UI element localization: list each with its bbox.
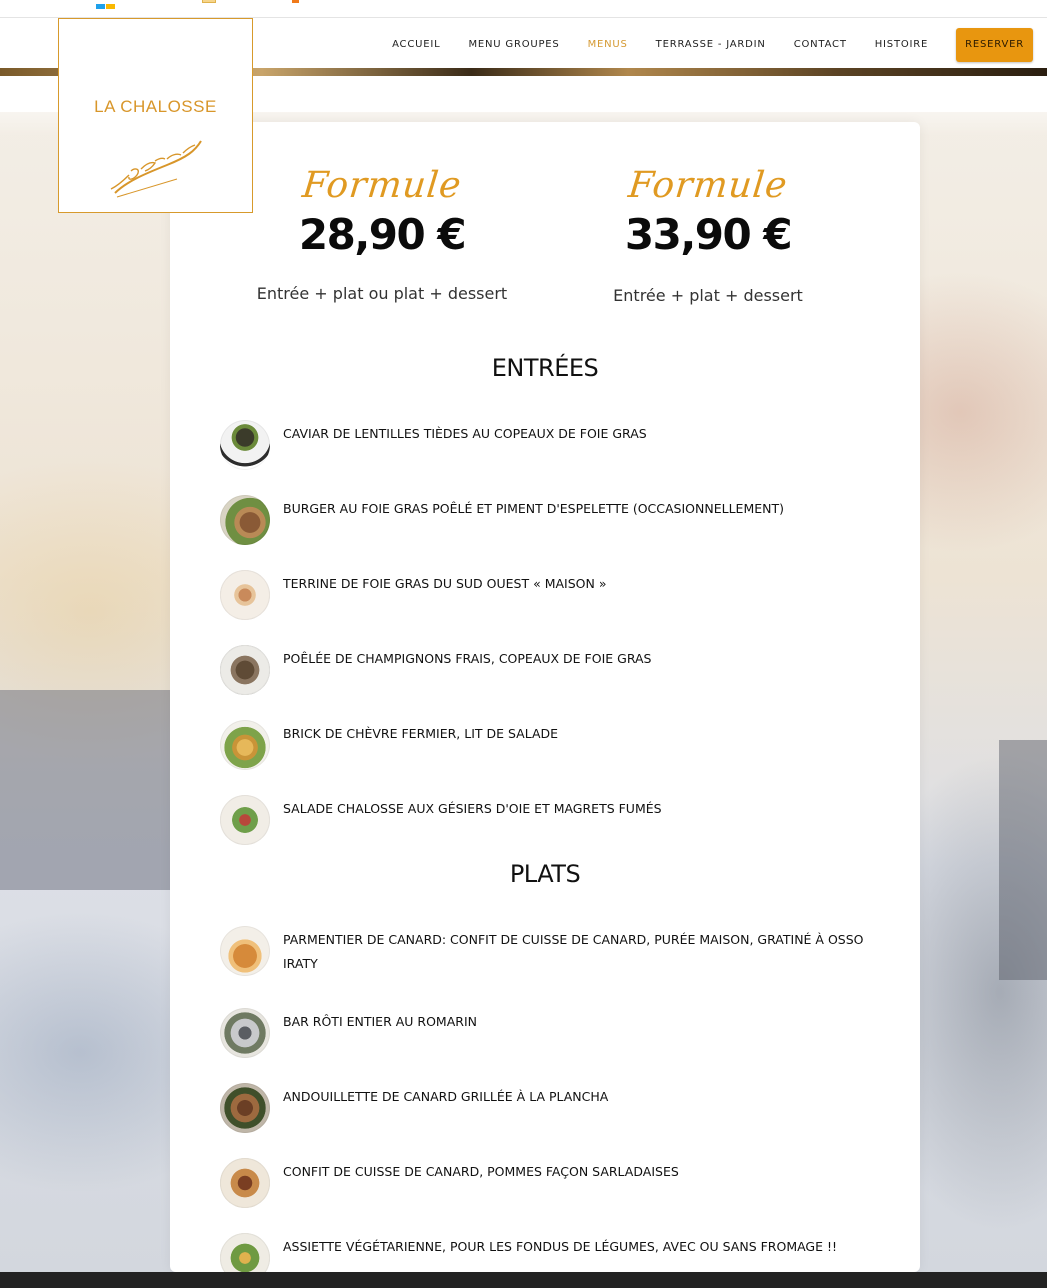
reserve-button[interactable]: RESERVER — [956, 28, 1033, 62]
nav-item-histoire[interactable]: HISTOIRE — [875, 27, 928, 63]
menu-item-label: SALADE CHALOSSE AUX GÉSIERS D'OIE ET MAG… — [283, 801, 662, 816]
menu-item-label: BAR RÔTI ENTIER AU ROMARIN — [283, 1014, 477, 1029]
formula-title: Formule — [300, 165, 464, 206]
folder-icon[interactable] — [202, 0, 216, 3]
bottom-bar — [0, 1272, 1047, 1288]
formula-1: Formule 28,90 € Entrée + plat ou plat + … — [232, 162, 532, 303]
formula-description: Entrée + plat ou plat + dessert — [256, 284, 508, 303]
dish-thumbnail — [220, 926, 270, 976]
dish-thumbnail — [220, 1158, 270, 1208]
formula-title: Formule — [626, 165, 790, 206]
chalkboard-decoration — [999, 740, 1047, 980]
nav-item-terrasse-jardin[interactable]: TERRASSE - JARDIN — [656, 27, 766, 63]
menu-item-label: TERRINE DE FOIE GRAS DU SUD OUEST « MAIS… — [283, 576, 607, 591]
dish-thumbnail — [220, 495, 270, 545]
menu-item-label: CONFIT DE CUISSE DE CANARD, POMMES FAÇON… — [283, 1164, 679, 1179]
logo-signature-icon — [110, 140, 202, 198]
section-title-entrees: ENTRÉES — [491, 354, 599, 382]
main-nav: ACCUEIL MENU GROUPES MENUS TERRASSE - JA… — [364, 27, 1033, 63]
menu-item-label: POÊLÉE DE CHAMPIGNONS FRAIS, COPEAUX DE … — [283, 651, 652, 666]
menu-item-label: BURGER AU FOIE GRAS POÊLÉ ET PIMENT D'ES… — [283, 501, 784, 516]
menu-item-label: PARMENTIER DE CANARD: CONFIT DE CUISSE D… — [283, 932, 864, 971]
formula-2: Formule 33,90 € Entrée + plat + dessert — [558, 162, 858, 305]
logo-title: LA CHALOSSE — [94, 97, 217, 116]
menu-item-label: CAVIAR DE LENTILLES TIÈDES AU COPEAUX DE… — [283, 426, 647, 441]
site-logo[interactable]: LA CHALOSSE — [58, 18, 253, 213]
formula-price: 33,90 € — [624, 210, 793, 259]
section-title-plats: PLATS — [509, 860, 581, 888]
chalkboard-decoration — [0, 690, 170, 890]
windows-logo-icon[interactable] — [96, 0, 116, 9]
dish-thumbnail — [220, 1008, 270, 1058]
feed-icon[interactable] — [292, 0, 299, 3]
dish-thumbnail — [220, 645, 270, 695]
menu-card: Formule 28,90 € Entrée + plat ou plat + … — [170, 122, 920, 1283]
formula-description: Entrée + plat + dessert — [613, 286, 803, 305]
nav-item-contact[interactable]: CONTACT — [794, 27, 847, 63]
dish-thumbnail — [220, 1083, 270, 1133]
dish-thumbnail — [220, 420, 270, 470]
dish-thumbnail — [220, 720, 270, 770]
menu-item-label: ANDOUILLETTE DE CANARD GRILLÉE À LA PLAN… — [283, 1089, 609, 1104]
bookmarks-bar — [0, 0, 1047, 18]
menu-item-label: BRICK DE CHÈVRE FERMIER, LIT DE SALADE — [283, 726, 559, 741]
dish-thumbnail — [220, 570, 270, 620]
nav-item-menu-groupes[interactable]: MENU GROUPES — [468, 27, 559, 63]
nav-item-accueil[interactable]: ACCUEIL — [392, 27, 440, 63]
formula-price: 28,90 € — [298, 210, 467, 259]
nav-item-menus[interactable]: MENUS — [588, 27, 628, 63]
dish-thumbnail — [220, 795, 270, 845]
menu-item-label: ASSIETTE VÉGÉTARIENNE, POUR LES FONDUS D… — [283, 1239, 838, 1254]
